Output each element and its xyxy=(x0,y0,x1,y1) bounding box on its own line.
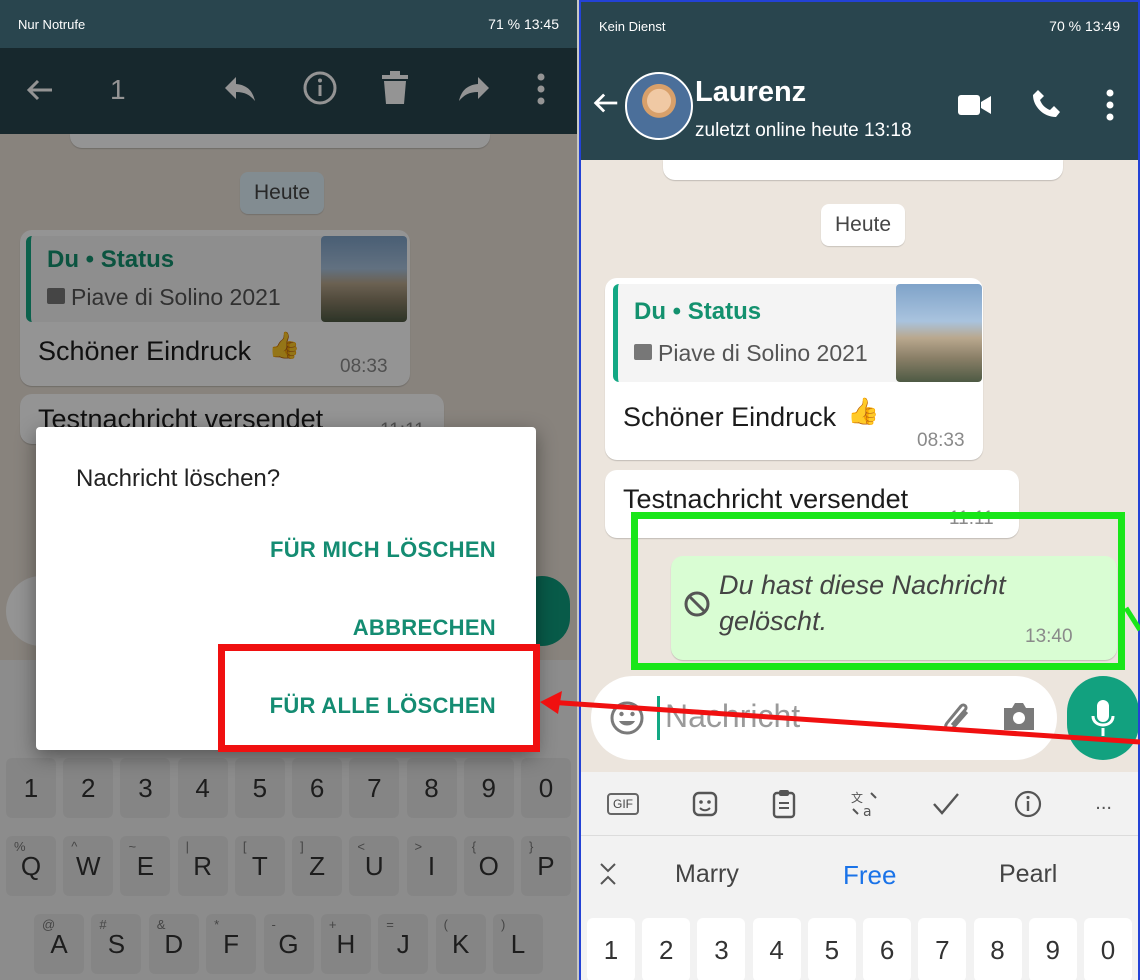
annotation-arrows xyxy=(540,606,1140,745)
red-arrow-line xyxy=(547,699,1140,745)
red-arrow-head xyxy=(540,691,562,714)
green-arrow-line xyxy=(1123,606,1140,632)
